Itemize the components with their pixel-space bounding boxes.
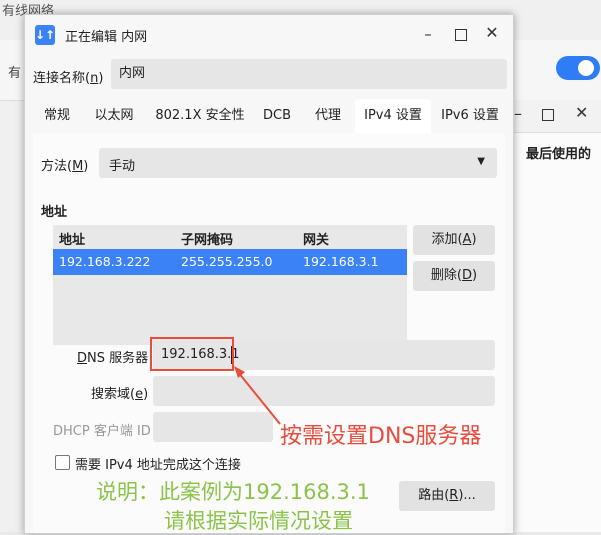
annotation-arrow-head xyxy=(234,366,245,378)
annotation-dns-note: 按需设置DNS服务器 xyxy=(280,424,482,449)
annotation-arrow xyxy=(234,366,281,425)
annotation-actual-note: 请根据实际情况设置 xyxy=(164,509,353,533)
annotation-example-note: 说明：此案例为192.168.3.1 xyxy=(96,480,370,504)
annotation-arrow-line xyxy=(237,371,281,425)
